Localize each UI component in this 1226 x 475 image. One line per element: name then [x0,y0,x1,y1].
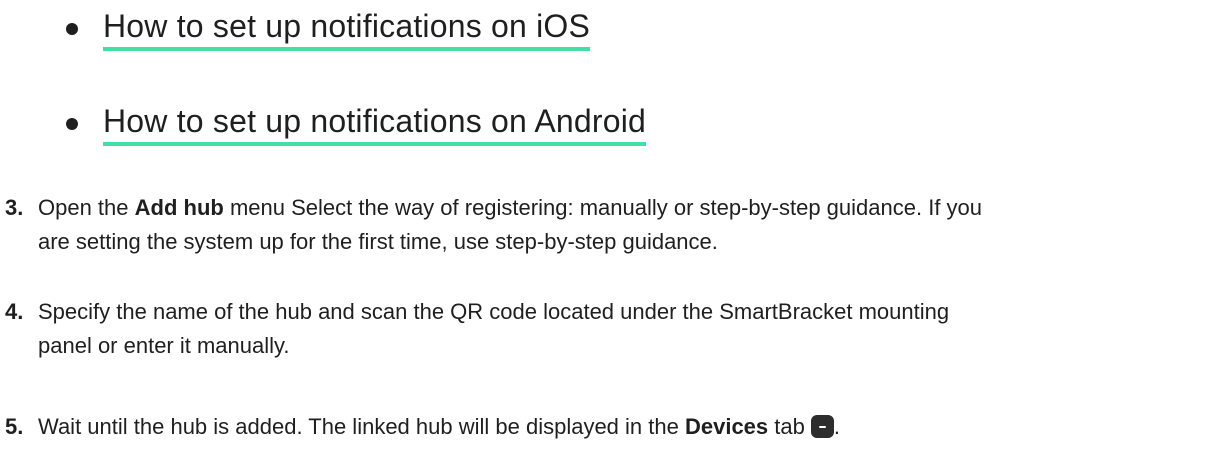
step-text: . [833,414,840,439]
android-notifications-link[interactable]: How to set up notifications on Android [103,102,647,146]
step-3: 3. Open the Add hub menu Select the way o… [5,191,1221,259]
bullet-icon [66,23,78,35]
devices-tab-icon [810,415,834,438]
list-item: How to set up notifications on Android [66,101,647,147]
add-hub-menu-label: Add hub [134,195,224,220]
ios-notifications-link[interactable]: How to set up notifications on iOS [103,7,591,51]
step-number: 4. [5,299,24,324]
list-item: How to set up notifications on iOS [66,6,591,52]
step-number: 5. [5,414,24,439]
step-text: Specify the name of the hub and scan the… [38,299,950,324]
step-text: tab [768,414,805,439]
step-text: Wait until the hub is added. The linked … [38,414,685,439]
devices-tab-label: Devices [684,414,769,439]
step-text: panel or enter it manually. [38,333,290,358]
bullet-icon [66,118,78,130]
step-number: 3. [5,195,24,220]
step-text: menu Select the way of registering: manu… [223,195,983,220]
step-4: 4. Specify the name of the hub and scan t… [5,295,1221,363]
step-5: 5. Wait until the hub is added. The linke… [5,410,1221,444]
step-text: Open the [38,195,135,220]
step-text: are setting the system up for the first … [38,229,718,254]
